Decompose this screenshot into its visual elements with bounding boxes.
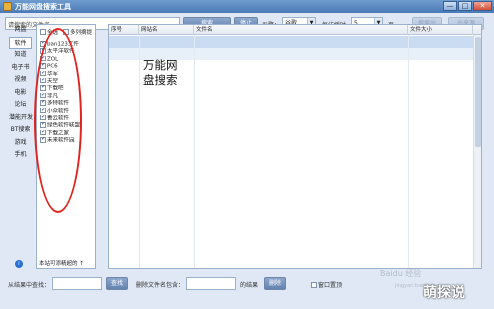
table-header: 序号 网站名 文件名 文件大小 <box>109 25 481 35</box>
site-label: 非凡 <box>47 93 59 100</box>
category-sidebar: 网盘 软件 知道 电子书 视频 电影 论坛 潜能开发 BT搜索 游戏 手机 <box>9 24 33 234</box>
vertical-scrollbar[interactable] <box>473 35 481 268</box>
checkbox-checked <box>40 63 46 69</box>
window-title: 万能网盘搜索工具 <box>15 3 71 11</box>
site-label: 善云软件 <box>47 115 70 122</box>
site-label: 天空 <box>47 78 59 85</box>
find-button[interactable]: 查找 <box>106 277 128 290</box>
delete-filter-input[interactable] <box>186 277 236 290</box>
sidebar-item-ebook[interactable]: 电子书 <box>9 62 32 75</box>
checkbox-checked <box>40 129 46 136</box>
multi-select-checkbox[interactable]: 多列摘提 <box>63 28 92 36</box>
list-item[interactable]: ban123文件 <box>40 41 96 48</box>
site-label: 太平洋软件 <box>47 48 75 55</box>
site-label: ban123文件 <box>47 41 79 48</box>
sidebar-item-video[interactable]: 视频 <box>9 74 32 87</box>
checkbox-checked <box>40 41 46 47</box>
top-window-label: 窗口置顶 <box>318 282 343 289</box>
list-item[interactable]: 下载吧 <box>40 85 96 92</box>
list-item[interactable]: 华军 <box>40 70 96 78</box>
site-label: 华军 <box>47 71 59 78</box>
column-header-filesize[interactable]: 文件大小 <box>408 25 473 35</box>
checkbox-checked <box>40 137 46 143</box>
list-item[interactable]: 下载之家 <box>40 129 96 137</box>
list-item[interactable]: ZOL <box>40 55 96 63</box>
add-site-link[interactable]: 本站可添精超的 ↑ <box>39 259 84 267</box>
sidebar-item-bt[interactable]: BT搜索 <box>9 124 32 137</box>
list-item[interactable]: 天空 <box>40 77 96 85</box>
delete-filter-label: 删除文件名包含： <box>136 282 185 289</box>
column-header-filename[interactable]: 文件名 <box>194 25 408 35</box>
title-bar: 万能网盘搜索工具 — □ ✕ <box>0 0 494 13</box>
column-divider <box>139 35 140 268</box>
checkbox-box <box>40 29 46 35</box>
list-item[interactable]: 小众软件 <box>40 107 96 115</box>
list-item[interactable]: 多特软件 <box>40 100 96 107</box>
list-item[interactable]: 未来软件园 <box>40 137 96 144</box>
checkbox-checked <box>40 48 46 54</box>
site-label: 未来软件园 <box>47 137 75 144</box>
list-item[interactable]: 善云软件 <box>40 114 96 122</box>
delete-button[interactable]: 删除 <box>264 277 286 290</box>
column-divider <box>408 35 409 268</box>
checkbox-box <box>311 282 317 288</box>
site-list: ban123文件 太平洋软件 ZOL PC6 华军 天空 下载吧 非凡 多特软件… <box>40 41 96 144</box>
corner-logo: 萌探说 <box>423 285 465 301</box>
checkbox-checked <box>40 85 46 91</box>
sidebar-item-forum[interactable]: 论坛 <box>9 99 32 112</box>
site-label: PC6 <box>47 63 58 70</box>
find-in-results-label: 从结果中查找： <box>8 282 51 289</box>
sidebar-item-movie[interactable]: 电影 <box>9 87 32 100</box>
sidebar-item-software[interactable]: 软件 <box>9 36 32 49</box>
column-header-index[interactable]: 序号 <box>109 25 139 35</box>
select-all-label: 全选 <box>47 30 59 36</box>
sidebar-item-games[interactable]: 游戏 <box>9 137 32 150</box>
sidebar-item-potential[interactable]: 潜能开发 <box>9 112 33 125</box>
site-label: ZOL <box>47 56 59 63</box>
table-row[interactable] <box>109 36 481 48</box>
top-window-checkbox[interactable]: 窗口置顶 <box>311 280 342 289</box>
minimize-button[interactable]: — <box>443 1 457 11</box>
checkbox-checked <box>40 122 46 128</box>
find-in-results-input[interactable] <box>52 277 102 290</box>
site-label: 小众软件 <box>47 108 70 115</box>
scrollbar-thumb[interactable] <box>475 37 481 147</box>
sidebar-item-netdisk[interactable]: 网盘 <box>9 24 32 37</box>
sites-panel: 全选 多列摘提 ban123文件 太平洋软件 ZOL PC6 华军 天空 下载吧… <box>36 24 96 269</box>
panel-options: 全选 多列摘提 <box>40 28 96 38</box>
list-item[interactable]: PC6 <box>40 63 96 70</box>
multi-select-label: 多列摘提 <box>70 30 93 36</box>
site-label: 下载之家 <box>47 130 70 137</box>
checkbox-checked <box>40 114 46 121</box>
help-icon[interactable]: i <box>15 260 23 268</box>
column-header-site[interactable]: 网站名 <box>139 25 194 35</box>
app-icon <box>3 2 12 11</box>
checkbox-checked <box>40 70 46 77</box>
list-item[interactable]: 绿色软件联盟 <box>40 122 96 129</box>
checkbox-checked <box>40 77 46 84</box>
overlay-caption: 万能网盘搜索 <box>143 58 178 87</box>
sidebar-item-mobile[interactable]: 手机 <box>9 149 32 162</box>
checkbox-checked <box>40 55 46 62</box>
sidebar-item-zhidao[interactable]: 知道 <box>9 49 32 62</box>
site-label: 绿色软件联盟 <box>47 122 81 129</box>
list-item[interactable]: 非凡 <box>40 92 96 100</box>
checkbox-checked <box>40 92 46 99</box>
close-button[interactable]: ✕ <box>473 1 492 11</box>
list-item[interactable]: 太平洋软件 <box>40 48 96 55</box>
maximize-button[interactable]: □ <box>458 1 472 11</box>
site-label: 多特软件 <box>47 100 70 107</box>
checkbox-checked <box>40 100 46 106</box>
select-all-checkbox[interactable]: 全选 <box>40 28 58 36</box>
site-label: 下载吧 <box>47 85 64 92</box>
column-divider <box>194 35 195 268</box>
baidu-watermark: Baidu 经验 <box>380 269 422 278</box>
result-suffix-label: 的结果 <box>240 282 259 289</box>
checkbox-box <box>63 29 69 35</box>
checkbox-checked <box>40 107 46 114</box>
